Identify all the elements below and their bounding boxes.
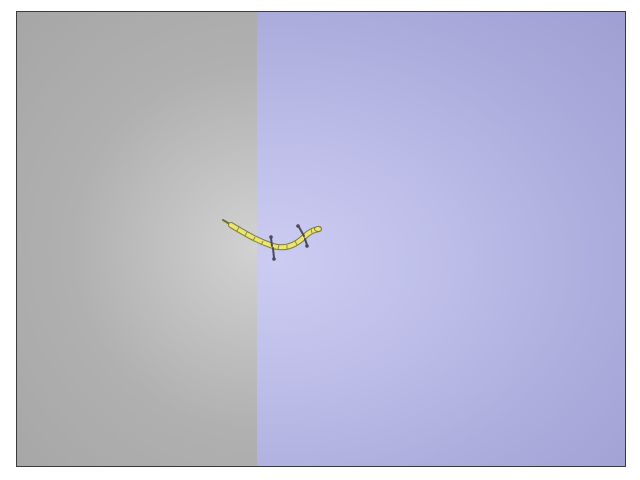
leg [272,247,275,259]
creature-head [314,226,322,232]
foot [305,244,309,248]
foot [272,257,276,261]
creature [222,219,322,261]
leg [304,238,308,246]
viewport-frame [16,11,626,467]
leg [298,226,305,237]
foot [296,224,300,228]
foot [269,235,273,239]
leg [270,237,273,247]
creature-view [222,219,322,261]
